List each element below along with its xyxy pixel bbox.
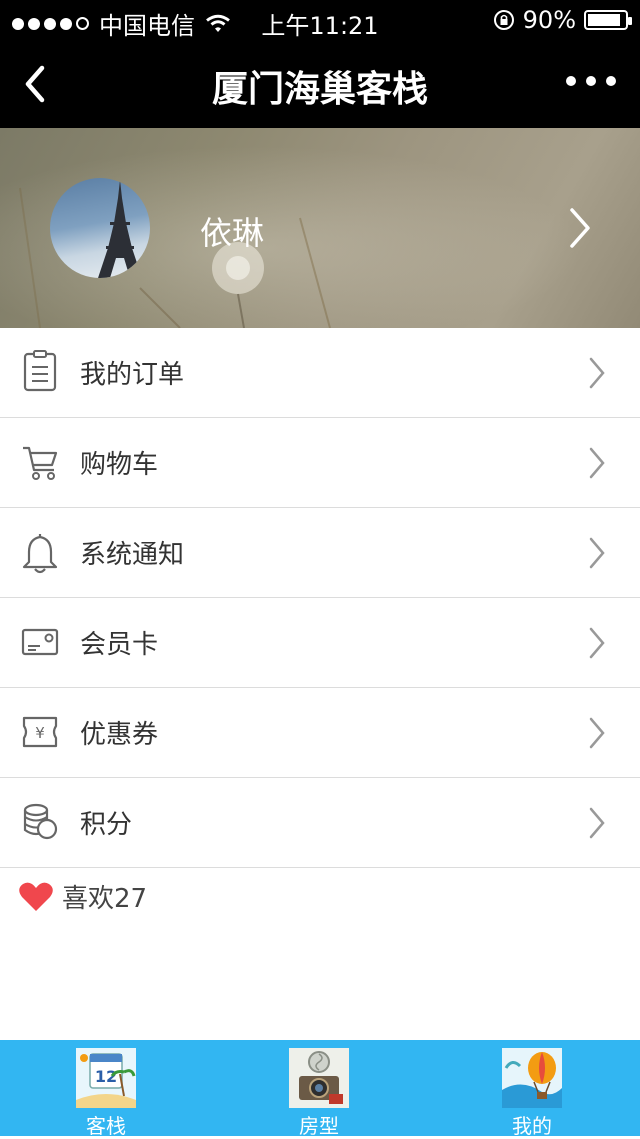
- battery-icon: [584, 10, 632, 30]
- card-icon: [21, 628, 59, 656]
- coins-icon: [23, 803, 58, 840]
- heart-icon: [19, 882, 53, 911]
- eiffel-tower-icon: [98, 180, 142, 278]
- svg-text:12: 12: [95, 1067, 117, 1086]
- chevron-right-icon: [589, 357, 605, 389]
- tab-label: 我的: [512, 1114, 552, 1138]
- menu-list: 我的订单 购物车 系统通知 会员卡 ¥ 优惠券 积分: [0, 328, 640, 868]
- tab-label: 房型: [299, 1114, 339, 1138]
- likes-row[interactable]: 喜欢27: [18, 878, 147, 915]
- menu-item-label: 会员卡: [80, 630, 159, 660]
- svg-text:¥: ¥: [35, 724, 45, 742]
- page-title: 厦门海巢客栈: [211, 69, 428, 110]
- status-bar: 中国电信 上午11:21 90%: [0, 0, 640, 40]
- nav-bar: 厦门海巢客栈: [0, 40, 640, 128]
- bell-icon: [22, 533, 58, 574]
- tab-inn[interactable]: 12 客栈: [46, 1048, 166, 1139]
- menu-item-label: 优惠券: [80, 720, 159, 750]
- menu-item-points[interactable]: 积分: [0, 778, 640, 868]
- menu-item-cart[interactable]: 购物车: [0, 418, 640, 508]
- clipboard-icon: [23, 350, 57, 392]
- profile-banner[interactable]: 依琳: [0, 128, 640, 328]
- cart-icon: [23, 446, 58, 480]
- menu-item-orders[interactable]: 我的订单: [0, 328, 640, 418]
- menu-item-label: 系统通知: [80, 540, 185, 570]
- chevron-right-icon: [589, 627, 605, 659]
- chevron-right-icon: [589, 447, 605, 479]
- username: 依琳: [200, 214, 265, 252]
- tab-room-types[interactable]: 房型: [259, 1048, 379, 1139]
- menu-item-coupons[interactable]: ¥ 优惠券: [0, 688, 640, 778]
- coupon-icon: ¥: [22, 716, 58, 748]
- menu-item-label: 购物车: [80, 450, 159, 480]
- battery-percent: 90%: [522, 6, 576, 34]
- menu-item-label: 我的订单: [80, 360, 185, 390]
- chevron-right-icon: [589, 807, 605, 839]
- avatar[interactable]: [50, 178, 150, 278]
- chevron-right-icon: [589, 537, 605, 569]
- rotation-lock-icon: [493, 10, 514, 30]
- tab-mine[interactable]: 我的: [472, 1048, 592, 1139]
- status-right: 90%: [493, 6, 632, 34]
- likes-count: 喜欢27: [62, 884, 148, 914]
- tab-bar: 12 客栈 房型 我的: [0, 1040, 640, 1139]
- hot-air-balloon-icon: [502, 1048, 562, 1108]
- chevron-right-icon: [589, 717, 605, 749]
- menu-item-member-card[interactable]: 会员卡: [0, 598, 640, 688]
- more-options-icon[interactable]: [566, 76, 616, 86]
- menu-item-notifications[interactable]: 系统通知: [0, 508, 640, 598]
- tab-label: 客栈: [86, 1114, 126, 1138]
- chevron-right-icon[interactable]: [568, 206, 592, 250]
- calendar-beach-icon: 12: [76, 1048, 136, 1108]
- camera-icon: [289, 1048, 349, 1108]
- menu-item-label: 积分: [80, 810, 133, 840]
